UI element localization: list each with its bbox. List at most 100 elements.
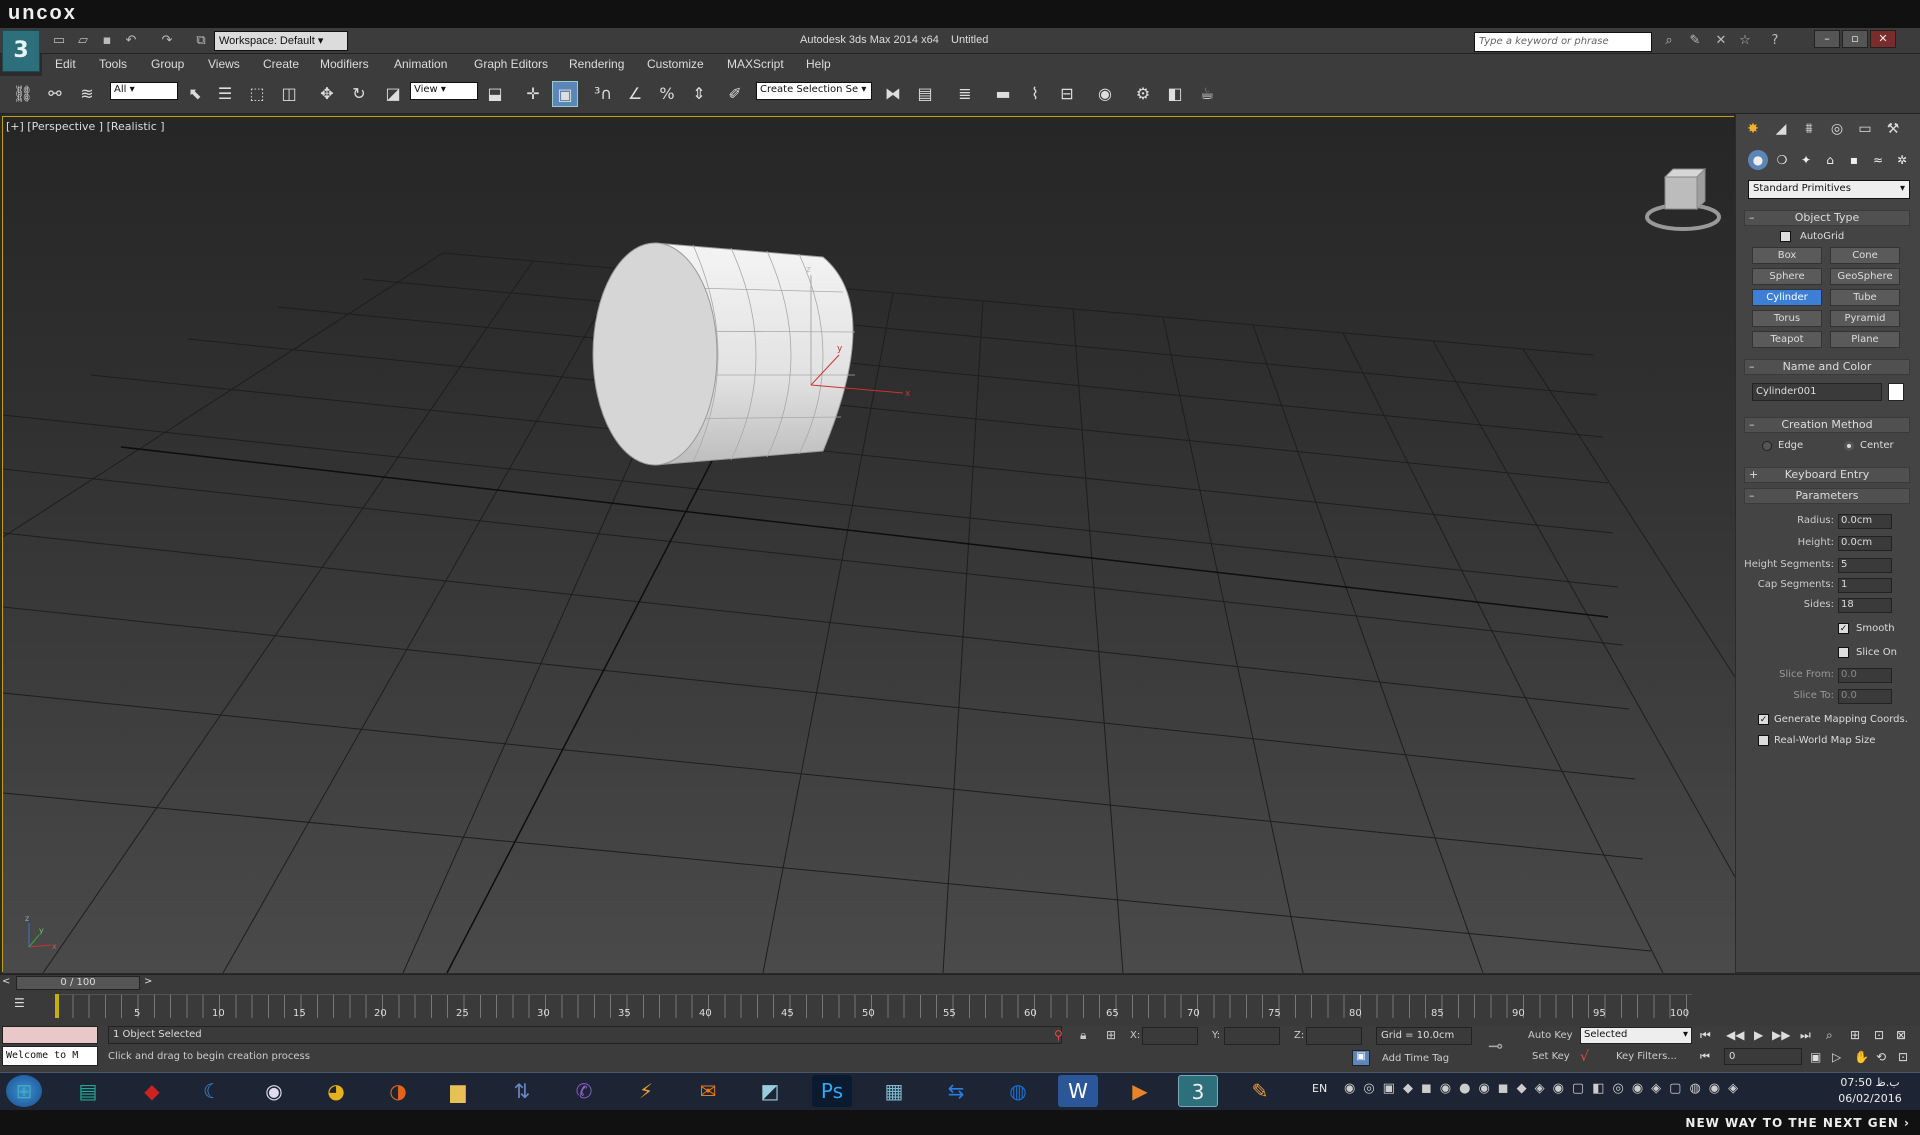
maximize-button[interactable]: ▫ bbox=[1842, 30, 1868, 48]
pivot-center-icon[interactable]: ⬓ bbox=[482, 81, 508, 107]
selection-filter-dropdown[interactable]: All ▾ bbox=[110, 82, 178, 100]
firefox-icon[interactable]: ◑ bbox=[378, 1075, 418, 1107]
y-coord-input[interactable] bbox=[1224, 1027, 1280, 1045]
tools-icon[interactable]: ✎ bbox=[1686, 33, 1704, 49]
orbit-icon[interactable]: ⟲ bbox=[1876, 1050, 1886, 1064]
keyboard-shortcut-override-icon[interactable]: ▣ bbox=[552, 81, 578, 107]
glass-app-icon[interactable]: ◩ bbox=[750, 1075, 790, 1107]
edge-radio[interactable] bbox=[1762, 441, 1772, 451]
parameters-rollout[interactable]: – Parameters bbox=[1744, 488, 1910, 504]
viewport-label-menu[interactable]: [+] [Perspective ] [Realistic ] bbox=[6, 120, 165, 133]
menu-animation[interactable]: Animation bbox=[394, 57, 447, 71]
maximize-viewport-icon[interactable]: ⊡ bbox=[1898, 1050, 1908, 1064]
menu-graph-editors[interactable]: Graph Editors bbox=[474, 57, 548, 71]
go-to-start-icon[interactable]: ⏮ bbox=[1700, 1028, 1711, 1043]
time-slider[interactable]: 0 / 100 bbox=[16, 976, 140, 990]
hierarchy-tab-icon[interactable]: ⩩ bbox=[1798, 118, 1820, 140]
menu-modifiers[interactable]: Modifiers bbox=[320, 57, 369, 71]
named-selection-set-dropdown[interactable]: Create Selection Se ▾ bbox=[756, 82, 872, 100]
menu-edit[interactable]: Edit bbox=[55, 57, 76, 71]
pyramid-button[interactable]: Pyramid bbox=[1830, 310, 1900, 327]
track-bar-menu-icon[interactable]: ☰ bbox=[14, 996, 32, 1012]
sides-input[interactable]: 18 bbox=[1838, 598, 1892, 613]
set-key-button[interactable]: Set Key bbox=[1532, 1051, 1570, 1062]
menu-tools[interactable]: Tools bbox=[99, 57, 127, 71]
shapes-icon[interactable]: ❍ bbox=[1772, 150, 1792, 170]
display-tab-icon[interactable]: ▭ bbox=[1854, 118, 1876, 140]
explorer-folder-icon[interactable]: ▆ bbox=[438, 1075, 478, 1107]
snaps-toggle-icon[interactable]: ³∩ bbox=[590, 81, 616, 107]
start-button-icon[interactable]: ⊞ bbox=[6, 1075, 42, 1107]
center-radio[interactable] bbox=[1844, 441, 1854, 451]
slice-from-input[interactable]: 0.0 bbox=[1838, 668, 1892, 683]
slice-on-checkbox[interactable] bbox=[1838, 647, 1849, 658]
ftp-app-icon[interactable]: ▤ bbox=[68, 1075, 108, 1107]
create-tab-icon[interactable]: ✸ bbox=[1742, 118, 1764, 140]
network-app-icon[interactable]: ⇅ bbox=[502, 1075, 542, 1107]
remote-desktop-icon[interactable]: ▦ bbox=[874, 1075, 914, 1107]
layer-manager-icon[interactable]: ≣ bbox=[952, 81, 978, 107]
percent-snap-icon[interactable]: % bbox=[654, 81, 680, 107]
3dsmax-taskbar-icon[interactable]: 3 bbox=[1178, 1075, 1218, 1107]
space-warps-icon[interactable]: ≈ bbox=[1868, 150, 1888, 170]
scale-icon[interactable]: ◪ bbox=[380, 81, 406, 107]
favorites-icon[interactable]: ☆ bbox=[1736, 33, 1754, 49]
x-coord-input[interactable] bbox=[1142, 1027, 1198, 1045]
teamviewer-icon[interactable]: ⇆ bbox=[936, 1075, 976, 1107]
pan-view-icon[interactable]: ✋ bbox=[1854, 1050, 1869, 1064]
primitive-category-dropdown[interactable]: Standard Primitives ▾ bbox=[1748, 180, 1910, 199]
spinner-snap-icon[interactable]: ⇕ bbox=[686, 81, 712, 107]
menu-maxscript[interactable]: MAXScript bbox=[727, 57, 784, 71]
help-icon[interactable]: ? bbox=[1766, 33, 1784, 49]
open-file-icon[interactable]: ▱ bbox=[74, 33, 92, 49]
bind-space-warp-icon[interactable]: ≋ bbox=[74, 81, 100, 107]
chrome-icon[interactable]: ◕ bbox=[316, 1075, 356, 1107]
isolate-selection-icon[interactable]: ⚲ bbox=[1054, 1028, 1063, 1042]
motion-tab-icon[interactable]: ◎ bbox=[1826, 118, 1848, 140]
key-filters-button[interactable]: Key Filters... bbox=[1616, 1051, 1677, 1062]
blue-app-icon[interactable]: ☾ bbox=[192, 1075, 232, 1107]
time-slider-next-button[interactable]: > bbox=[144, 976, 156, 990]
maxscript-listener-mini[interactable] bbox=[2, 1026, 98, 1044]
edit-named-selection-icon[interactable]: ✐ bbox=[722, 81, 748, 107]
utility-app-icon[interactable]: ⚡ bbox=[626, 1075, 666, 1107]
close-button[interactable]: ✕ bbox=[1870, 30, 1896, 48]
comm-center-icon[interactable]: ✕ bbox=[1712, 33, 1730, 49]
minimize-button[interactable]: – bbox=[1814, 30, 1840, 48]
menu-views[interactable]: Views bbox=[208, 57, 240, 71]
tube-button[interactable]: Tube bbox=[1830, 289, 1900, 306]
word-icon[interactable]: W bbox=[1058, 1075, 1098, 1107]
align-icon[interactable]: ▤ bbox=[912, 81, 938, 107]
creation-method-rollout[interactable]: – Creation Method bbox=[1744, 417, 1910, 433]
photoshop-icon[interactable]: Ps bbox=[812, 1075, 852, 1107]
cylinder-button[interactable]: Cylinder bbox=[1752, 289, 1822, 306]
play-icon[interactable]: ▶ bbox=[1754, 1028, 1763, 1042]
reference-coord-dropdown[interactable]: View ▾ bbox=[410, 82, 478, 100]
maxscript-mini-output[interactable]: Welcome to M bbox=[2, 1046, 98, 1066]
select-object-icon[interactable]: ⬉ bbox=[182, 81, 208, 107]
zoom-extents-icon[interactable]: ⊡ bbox=[1874, 1028, 1884, 1042]
redo-icon[interactable]: ↷ bbox=[158, 33, 176, 49]
rotate-icon[interactable]: ↻ bbox=[346, 81, 372, 107]
key-icon[interactable]: ⊸ bbox=[1488, 1036, 1503, 1057]
lights-icon[interactable]: ✦ bbox=[1796, 150, 1816, 170]
perspective-viewport[interactable]: z x y z x y bbox=[2, 116, 1735, 973]
media-player-icon[interactable]: ▶ bbox=[1120, 1075, 1160, 1107]
globe-app-icon[interactable]: ◍ bbox=[998, 1075, 1038, 1107]
time-tag-icon[interactable]: ▣ bbox=[1352, 1050, 1370, 1066]
generate-mapping-checkbox[interactable]: ✓ bbox=[1758, 714, 1769, 725]
geometry-icon[interactable]: ● bbox=[1748, 150, 1768, 170]
undo-icon[interactable]: ↶ bbox=[122, 33, 140, 49]
next-frame-icon[interactable]: ▶▶ bbox=[1772, 1028, 1790, 1042]
menu-customize[interactable]: Customize bbox=[647, 57, 704, 71]
absolute-mode-icon[interactable]: ⊞ bbox=[1106, 1028, 1116, 1042]
object-type-rollout[interactable]: – Object Type bbox=[1744, 210, 1910, 226]
height-segments-input[interactable]: 5 bbox=[1838, 558, 1892, 573]
menu-help[interactable]: Help bbox=[806, 57, 831, 71]
utilities-tab-icon[interactable]: ⚒ bbox=[1882, 118, 1904, 140]
binoculars-icon[interactable]: ⌕ bbox=[1660, 33, 1678, 49]
app-menu-button[interactable]: 3 bbox=[2, 30, 40, 72]
current-frame-marker[interactable] bbox=[55, 994, 59, 1018]
angle-snap-icon[interactable]: ∠ bbox=[622, 81, 648, 107]
zoom-icon[interactable]: ⌕ bbox=[1826, 1028, 1833, 1043]
